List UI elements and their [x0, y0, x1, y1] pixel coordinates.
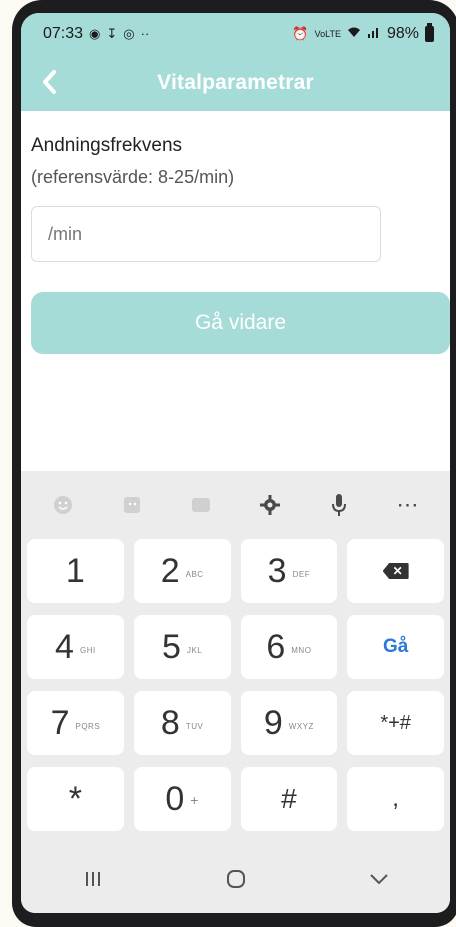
key-row: 7 PQRS 8 TUV 9 WXYZ *+#: [27, 691, 444, 755]
status-right: ⏰ VoLTE 98%: [292, 22, 434, 43]
volte-icon: VoLTE: [314, 28, 341, 39]
key-row: * 0 + # ,: [27, 767, 444, 831]
backspace-icon: ✕: [382, 563, 409, 579]
continue-button[interactable]: Gå vidare: [31, 292, 450, 354]
wifi-icon: [347, 26, 361, 41]
emoji-icon[interactable]: [43, 485, 83, 525]
keyboard-toolbar: ⋯: [21, 471, 450, 539]
key-asterisk[interactable]: *: [27, 767, 124, 831]
key-9[interactable]: 9 WXYZ: [240, 691, 338, 755]
home-button[interactable]: [206, 857, 266, 901]
key-0[interactable]: 0 +: [133, 767, 231, 831]
key-2[interactable]: 2 ABC: [133, 539, 231, 603]
home-icon: [226, 870, 245, 888]
nav-back-button[interactable]: [349, 857, 409, 901]
key-8[interactable]: 8 TUV: [133, 691, 231, 755]
sticker-icon[interactable]: [112, 485, 152, 525]
key-backspace[interactable]: ✕: [347, 539, 444, 603]
rate-input-wrapper: [31, 206, 381, 262]
key-row: 4 GHI 5 JKL 6 MNO Gå: [27, 615, 444, 679]
status-left: 07:33 ◉ ↧ ◎ ··: [43, 25, 149, 43]
gif-icon[interactable]: [181, 485, 221, 525]
key-4[interactable]: 4 GHI: [27, 615, 124, 679]
key-hash[interactable]: #: [240, 767, 338, 831]
app-bar: Vitalparametrar: [21, 54, 450, 111]
page-title: Vitalparametrar: [157, 70, 314, 94]
battery-icon: [425, 22, 434, 42]
alarm-icon: ⏰: [292, 25, 309, 41]
download-icon: ↧: [106, 25, 118, 41]
form-content: Andningsfrekvens (referensvärde: 8-25/mi…: [21, 135, 450, 354]
key-1[interactable]: 1: [27, 539, 124, 603]
key-7[interactable]: 7 PQRS: [27, 691, 124, 755]
key-5[interactable]: 5 JKL: [133, 615, 231, 679]
numeric-keyboard: ⋯ 1 2 ABC 3 DEF ✕ 4 GHI 5 JKL 6 MNO Gå 7…: [21, 471, 450, 913]
back-icon: [369, 874, 388, 885]
more-icon[interactable]: ⋯: [388, 485, 428, 525]
field-reference: (referensvärde: 8-25/min): [31, 167, 235, 187]
status-time: 07:33: [43, 24, 84, 42]
back-button[interactable]: [29, 62, 69, 102]
key-symbols[interactable]: *+#: [347, 691, 444, 755]
keyboard-keys: 1 2 ABC 3 DEF ✕ 4 GHI 5 JKL 6 MNO Gå 7 PQRS 8T…: [21, 539, 450, 831]
key-6[interactable]: 6 MNO: [240, 615, 338, 679]
message-icon: ◉: [89, 25, 101, 41]
settings-icon[interactable]: [250, 485, 290, 525]
signal-icon: [367, 26, 381, 41]
battery-percent: 98%: [386, 24, 419, 42]
recents-icon: [85, 872, 100, 886]
status-bar: 07:33 ◉ ↧ ◎ ·· ⏰ VoLTE 98%: [21, 13, 450, 54]
system-nav-bar: [21, 845, 450, 913]
key-3[interactable]: 3 DEF: [240, 539, 338, 603]
key-comma[interactable]: ,: [347, 767, 444, 831]
recents-button[interactable]: [63, 857, 123, 901]
breathing-rate-input[interactable]: [46, 222, 366, 246]
key-row: 1 2 ABC 3 DEF ✕: [27, 539, 444, 603]
screen: 07:33 ◉ ↧ ◎ ·· ⏰ VoLTE 98% Vitalparametr…: [21, 13, 450, 913]
chevron-left-icon: [43, 70, 56, 94]
mic-icon[interactable]: [319, 485, 359, 525]
phone-frame: 07:33 ◉ ↧ ◎ ·· ⏰ VoLTE 98% Vitalparametr…: [12, 0, 456, 927]
field-label: Andningsfrekvens: [31, 135, 183, 156]
key-go[interactable]: Gå: [347, 615, 444, 679]
dots-icon: ··: [140, 26, 150, 41]
notification-icon: ◎: [123, 25, 135, 41]
